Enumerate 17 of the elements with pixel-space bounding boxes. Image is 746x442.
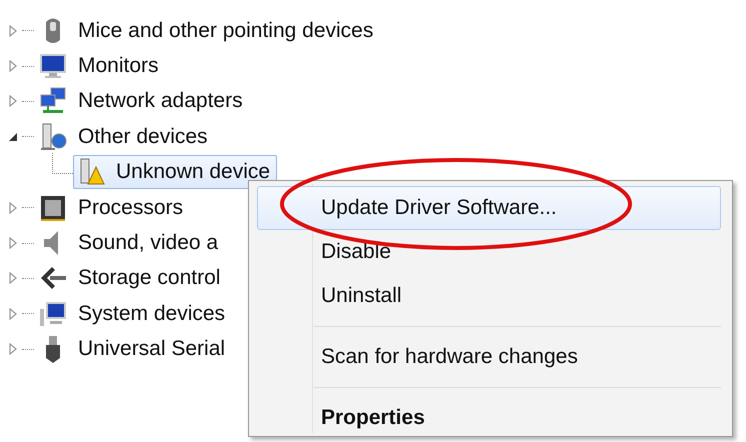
tree-item[interactable]: Storage control <box>78 266 220 290</box>
tree-item[interactable]: Monitors <box>78 54 159 78</box>
menu-item[interactable]: Disable <box>257 230 721 274</box>
menu-item[interactable]: Properties <box>257 396 721 440</box>
tree-item[interactable]: Network adapters <box>78 89 243 114</box>
tree-item[interactable]: Sound, video a <box>78 231 218 256</box>
tree-item[interactable]: Unknown device <box>73 155 278 190</box>
tree-item[interactable]: Mice and other pointing devices <box>78 18 374 43</box>
device-question-icon <box>38 122 68 152</box>
menu-item[interactable]: Uninstall <box>257 274 721 318</box>
tree-item[interactable]: Processors <box>78 196 184 220</box>
menu-item[interactable]: Scan for hardware changes <box>257 335 721 379</box>
expander-icon[interactable] <box>8 130 18 143</box>
tree-item[interactable]: Other devices <box>78 124 208 149</box>
tree-item[interactable]: Universal Serial <box>78 337 226 362</box>
menu-item[interactable]: Update Driver Software... <box>257 186 721 230</box>
tree-item[interactable]: System devices <box>78 302 226 326</box>
